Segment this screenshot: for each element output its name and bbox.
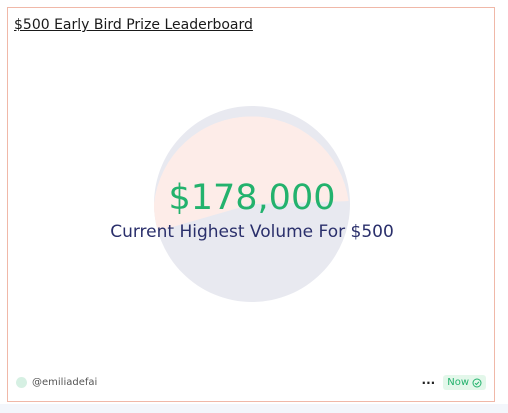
check-circle-icon [472, 378, 482, 387]
more-options-button[interactable]: ··· [422, 376, 436, 390]
status-badge: Now [443, 375, 486, 390]
author-handle[interactable]: @emiliadefai [32, 377, 97, 388]
highest-volume-value: $178,000 [168, 178, 336, 218]
leaderboard-card: $500 Early Bird Prize Leaderboard $178,0… [7, 7, 495, 402]
author-info: @emiliadefai [16, 377, 97, 388]
status-label: Now [447, 377, 469, 388]
card-actions: ··· Now [422, 375, 486, 390]
card-title-link[interactable]: $500 Early Bird Prize Leaderboard [14, 17, 253, 33]
page-bottom-strip [0, 404, 508, 413]
highest-volume-label: Current Highest Volume For $500 [110, 222, 394, 242]
avatar [16, 377, 27, 388]
